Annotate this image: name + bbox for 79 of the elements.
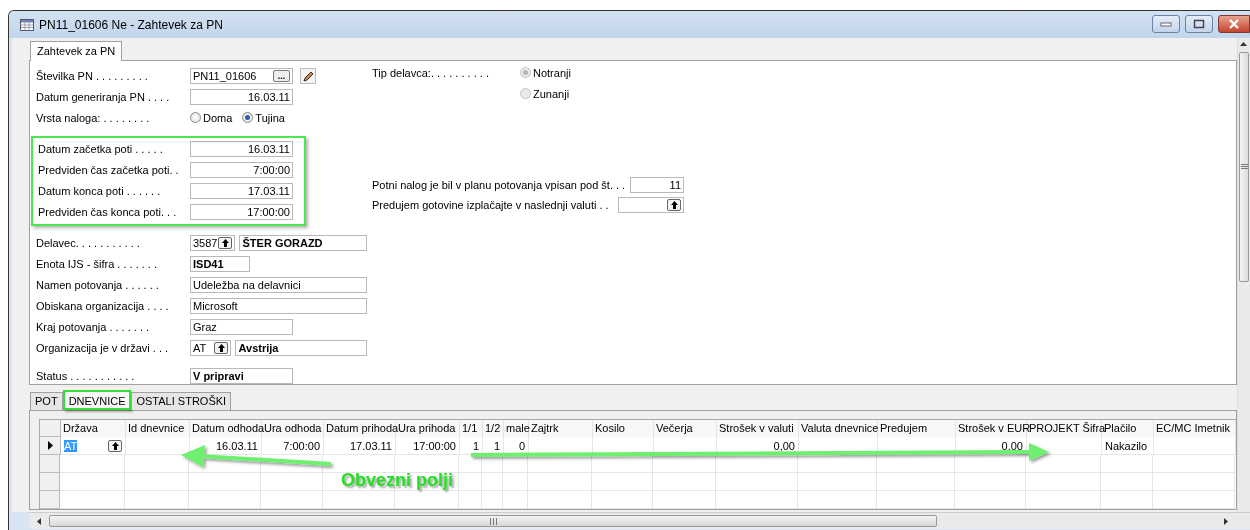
row-header[interactable] (40, 437, 61, 455)
field-label: Predviden čas konca poti. . . (38, 205, 178, 218)
scroll-right-icon[interactable] (1224, 517, 1228, 525)
tab[interactable]: POT (30, 392, 63, 410)
radio-option[interactable]: Tujina (242, 111, 285, 124)
vertical-scrollbar[interactable] (1237, 38, 1250, 512)
form-tab[interactable]: Zahtevek za PN (30, 41, 123, 61)
field-label: Kraj potovanja . . . . . . . (36, 320, 151, 333)
minimize-button[interactable] (1152, 14, 1180, 33)
column-header[interactable]: 1/2 (483, 420, 504, 437)
field-label: Namen potovanja . . . . . . (36, 278, 160, 291)
column-header[interactable]: male (504, 420, 529, 437)
minimize-icon (1160, 20, 1172, 27)
column-header[interactable]: EC/MC Imetnik (1154, 420, 1236, 437)
scroll-left-icon[interactable] (37, 517, 41, 525)
annotation-text: Obvezni polji (341, 470, 453, 491)
name-field: Avstrija (235, 339, 367, 356)
field-label: Številka PN . . . . . . . . . (36, 69, 149, 82)
close-icon (1228, 18, 1240, 29)
input-field[interactable]: 11 (630, 177, 684, 193)
field-label: Predviden čas začetka poti. . (38, 163, 180, 176)
maximize-icon (1193, 18, 1205, 29)
column-header[interactable]: Ura odhoda (262, 420, 324, 437)
input-field[interactable]: AT (190, 339, 232, 356)
field-label: Enota IJS - šifra . . . . . . . (36, 257, 159, 270)
scroll-up-icon[interactable] (1240, 42, 1247, 46)
input-field[interactable]: 17.03.11 (190, 182, 293, 199)
input-field[interactable]: ISD41 (190, 255, 250, 272)
scroll-thumb[interactable] (49, 515, 937, 527)
input-field[interactable]: 3587 (190, 234, 236, 251)
column-header[interactable]: Zajtrk (529, 420, 593, 437)
lookup-button[interactable] (667, 199, 681, 211)
tab[interactable]: DNEVNICE (62, 390, 132, 410)
table-cell: 0 (504, 437, 529, 455)
tab[interactable]: OSTALI STROŠKI (131, 392, 232, 410)
input-field[interactable]: 17:00:00 (190, 203, 293, 220)
table-icon (20, 18, 34, 31)
input-field[interactable] (618, 197, 684, 213)
field-label: Datum začetka poti . . . . . (38, 142, 164, 155)
lookup-button[interactable] (214, 341, 229, 354)
input-field[interactable]: 16.03.11 (190, 140, 293, 157)
field-label: Vrsta naloga: . . . . . . . . (36, 111, 151, 124)
column-header[interactable]: Id dnevnice (126, 420, 190, 437)
column-header[interactable]: Kosilo (593, 420, 654, 437)
name-field: ŠTER GORAZD (239, 234, 367, 251)
field-label: Tip delavca:. . . . . . . . . . (372, 66, 490, 79)
field-label: Organizacija je v državi . . . (36, 341, 170, 354)
input-field[interactable]: 16.03.11 (190, 88, 293, 105)
number-field[interactable]: PN11_01606 ... (190, 67, 293, 84)
field-label: Predujem gotovine izplačajte v naslednji valuti . . (372, 199, 610, 211)
horizontal-scrollbar[interactable] (29, 512, 1250, 529)
column-header[interactable]: Država (61, 420, 126, 437)
window-title: PN11_01606 Ne - Zahtevek za PN (39, 17, 223, 32)
status-field: V pripravi (190, 367, 293, 384)
input-field[interactable]: Microsoft (190, 297, 367, 314)
input-field[interactable]: Udeležba na delavnici (190, 276, 367, 293)
field-label: Delavec. . . . . . . . . . . (36, 236, 141, 249)
field-label: Status . . . . . . . . . . . (36, 369, 136, 382)
field-label: Datum generiranja PN . . . . (36, 90, 171, 103)
column-header[interactable]: 1/1 (460, 420, 483, 437)
pencil-icon[interactable] (300, 67, 316, 84)
table-cell: 1 (483, 437, 504, 455)
lookup-button[interactable] (108, 439, 122, 452)
field-label: Potni nalog je bil v planu potovanja vpisan pod št. . . (372, 179, 627, 191)
column-header[interactable]: Večerja (654, 420, 717, 437)
scroll-thumb[interactable] (1239, 52, 1249, 282)
input-field[interactable]: 7:00:00 (190, 161, 293, 178)
column-header[interactable]: Predujem (878, 420, 956, 437)
column-header[interactable]: Strošek v valuti (717, 420, 799, 437)
column-header[interactable]: Ura prihoda (396, 420, 460, 437)
input-field[interactable]: Graz (190, 318, 293, 335)
field-label: Obiskana organizacija . . . . (36, 299, 170, 312)
field-label: Datum konca poti . . . . . . (38, 184, 162, 197)
close-button[interactable] (1218, 14, 1250, 33)
column-header[interactable]: Valuta dnevnice (799, 420, 878, 437)
lookup-button[interactable] (218, 236, 233, 249)
radio-option[interactable]: Doma (190, 111, 233, 124)
maximize-button[interactable] (1185, 14, 1213, 33)
browse-button[interactable]: ... (273, 69, 290, 82)
